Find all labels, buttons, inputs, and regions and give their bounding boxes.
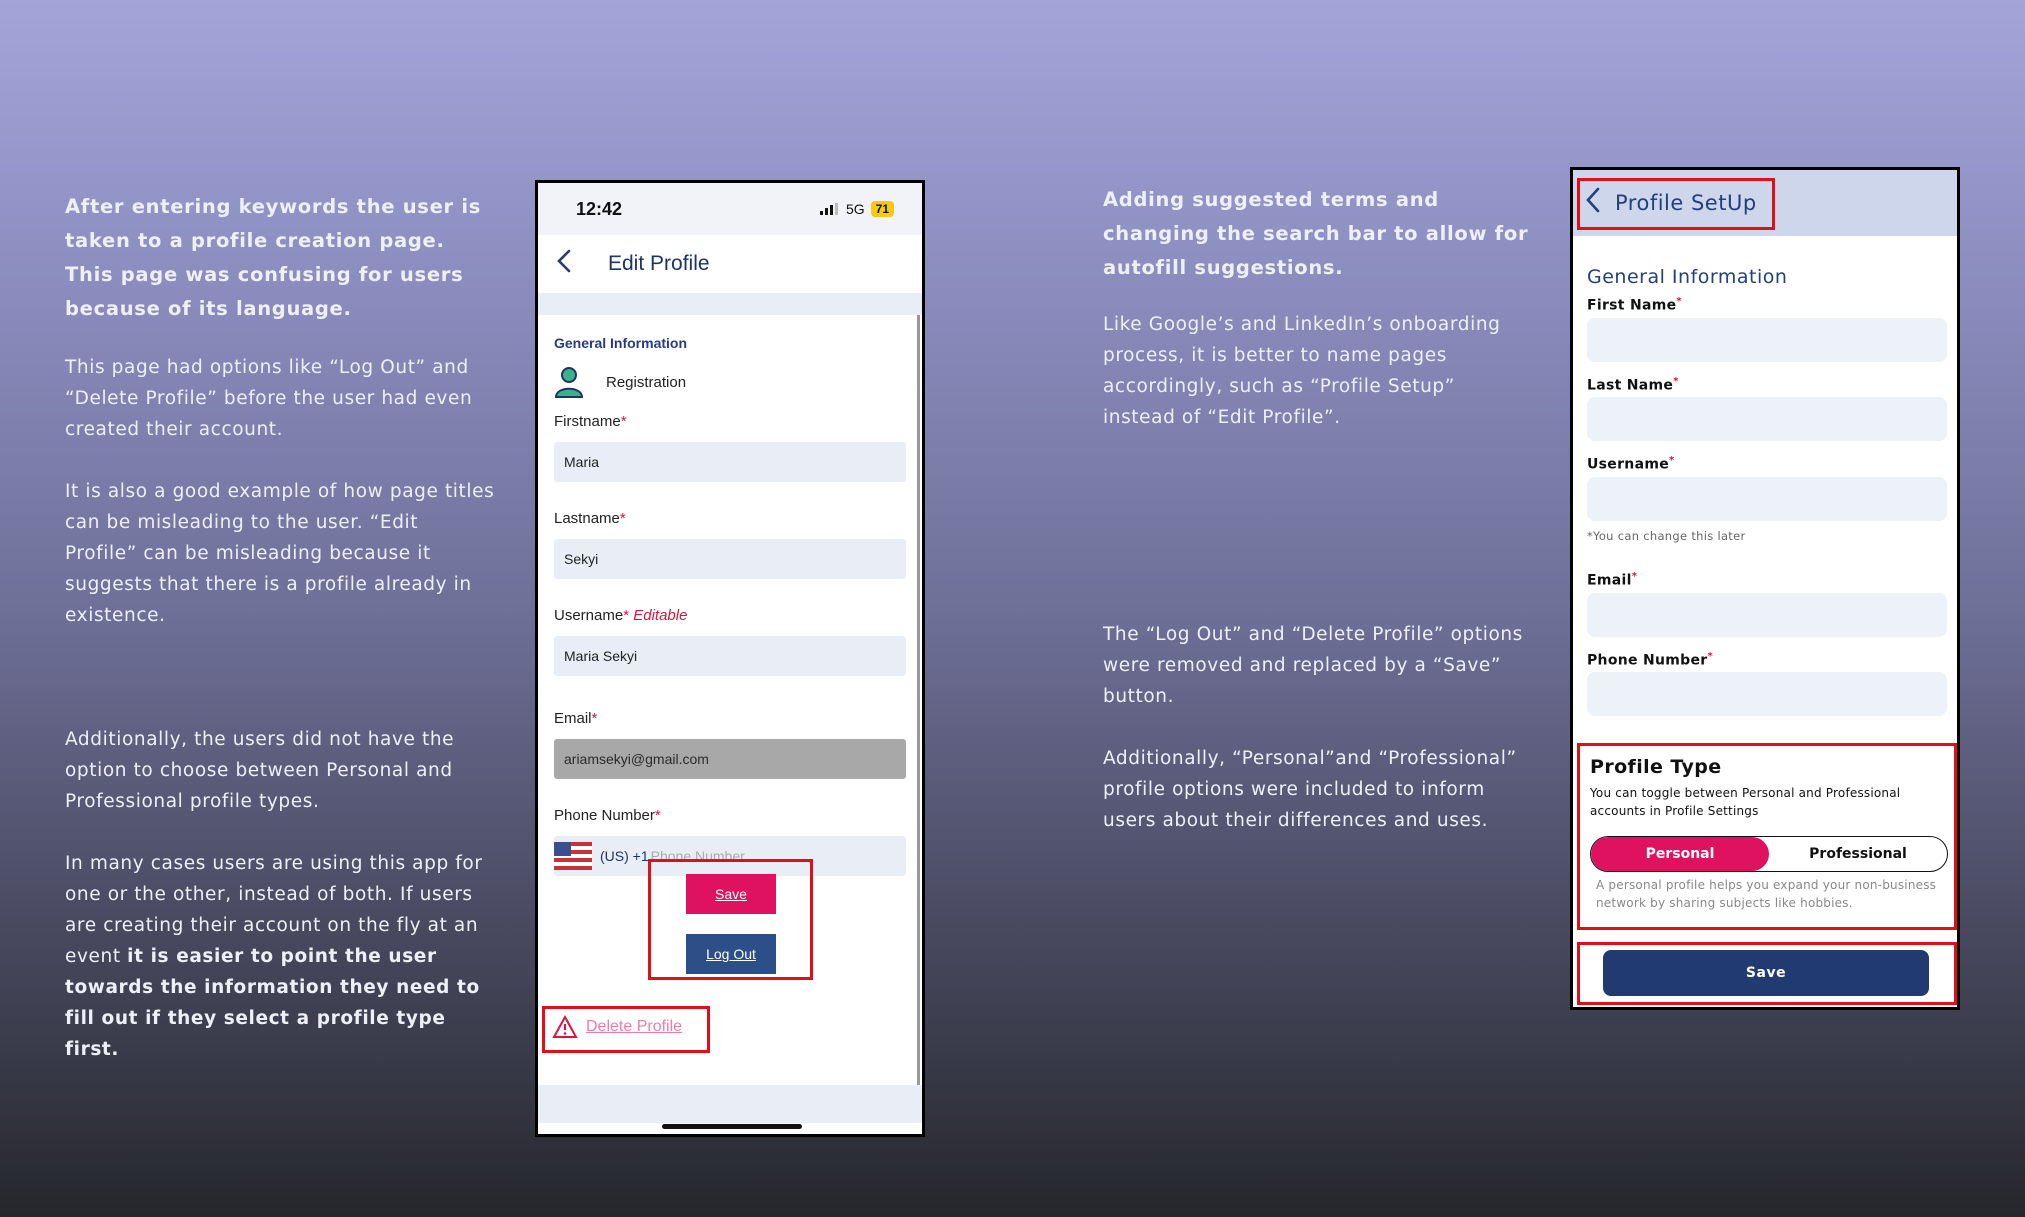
- back-chevron-icon[interactable]: [556, 249, 582, 279]
- title-highlight: [1577, 178, 1775, 230]
- network-label: 5G: [845, 201, 865, 217]
- content-area: General Information Registration Firstna…: [538, 293, 922, 1123]
- profile-type-toggle[interactable]: Personal Professional: [1590, 836, 1948, 872]
- toggle-personal[interactable]: Personal: [1591, 837, 1769, 871]
- save-button[interactable]: Save: [686, 874, 776, 914]
- left-paragraph-3: Additionally, the users did not have the…: [65, 729, 455, 812]
- status-bar: 12:42 5G 71: [538, 183, 922, 235]
- us-flag-icon: [554, 842, 592, 870]
- username-input[interactable]: [1587, 476, 1947, 521]
- profile-type-description: You can toggle between Personal and Prof…: [1590, 786, 1901, 818]
- status-time: 12:42: [576, 198, 623, 219]
- logout-button[interactable]: Log Out: [686, 934, 776, 974]
- toggle-professional[interactable]: Professional: [1769, 837, 1947, 871]
- section-title: General Information: [554, 335, 688, 351]
- left-paragraph-4: In many cases users are using this app f…: [65, 853, 483, 1060]
- phone-label: Phone Number*: [554, 807, 661, 824]
- left-heading: After entering keywords the user is take…: [65, 195, 482, 320]
- left-description: After entering keywords the user is take…: [65, 190, 495, 1096]
- email-label: Email*: [1587, 570, 1638, 589]
- delete-profile-label: Delete Profile: [586, 1018, 683, 1035]
- username-hint: *You can change this later: [1587, 528, 1746, 543]
- section-title: General Information: [1587, 266, 1788, 288]
- profile-type-highlight: Profile Type You can toggle between Pers…: [1577, 743, 1957, 930]
- firstname-input[interactable]: Maria: [554, 442, 906, 482]
- phone-label: Phone Number*: [1587, 650, 1714, 669]
- personal-profile-note: A personal profile helps you expand your…: [1596, 878, 1937, 910]
- username-label: Username* Editable: [554, 607, 688, 624]
- phone-edit-profile: 12:42 5G 71 Edit Profile General Informa…: [535, 180, 925, 1137]
- left-paragraph-2: It is also a good example of how page ti…: [65, 481, 495, 626]
- email-input[interactable]: [1587, 592, 1947, 637]
- signal-icon: [819, 203, 838, 215]
- middle-heading: Adding suggested terms and changing the …: [1103, 188, 1529, 279]
- firstname-label: Firstname*: [554, 413, 627, 430]
- first-name-input[interactable]: [1587, 317, 1947, 362]
- phone-input[interactable]: [1587, 672, 1947, 717]
- left-paragraph-1: This page had options like “Log Out” and…: [65, 357, 473, 440]
- middle-paragraph-2: The “Log Out” and “Delete Profile” optio…: [1103, 624, 1523, 707]
- username-label: Username*: [1587, 455, 1675, 473]
- delete-profile-link[interactable]: Delete Profile: [552, 1015, 682, 1039]
- left-paragraph-4-emphasis: it is easier to point the user towards t…: [65, 946, 480, 1060]
- registration-row: Registration: [554, 365, 906, 399]
- middle-paragraph-3: Additionally, “Personal”and “Professiona…: [1103, 748, 1517, 831]
- middle-paragraph-1: Like Google’s and LinkedIn’s onboarding …: [1103, 314, 1501, 428]
- email-label: Email*: [554, 710, 598, 727]
- app-header: Edit Profile: [538, 235, 922, 293]
- profile-type-title: Profile Type: [1590, 756, 1722, 778]
- last-name-input[interactable]: [1587, 397, 1947, 442]
- user-icon: [554, 367, 584, 398]
- country-code[interactable]: (US) +1: [600, 848, 649, 864]
- last-name-label: Last Name*: [1587, 375, 1679, 394]
- warning-icon: [552, 1015, 578, 1038]
- lastname-label: Lastname*: [554, 510, 626, 527]
- save-button[interactable]: Save: [1603, 950, 1929, 996]
- scrollbar[interactable]: [917, 315, 920, 1085]
- battery-icon: 71: [870, 201, 894, 217]
- lastname-input[interactable]: Sekyi: [554, 539, 906, 579]
- home-indicator[interactable]: [662, 1124, 802, 1129]
- phone-profile-setup: Profile SetUp General Information First …: [1570, 167, 1960, 1010]
- editable-tag: Editable: [633, 607, 688, 624]
- middle-description: Adding suggested terms and changing the …: [1103, 183, 1533, 867]
- page-title: Edit Profile: [608, 252, 710, 275]
- username-input[interactable]: Maria Sekyi: [554, 636, 906, 676]
- first-name-label: First Name*: [1587, 296, 1682, 314]
- email-input[interactable]: ariamsekyi@gmail.com: [554, 739, 906, 779]
- registration-label: Registration: [606, 373, 687, 391]
- form-body: General Information First Name* Last Nam…: [1573, 266, 1957, 717]
